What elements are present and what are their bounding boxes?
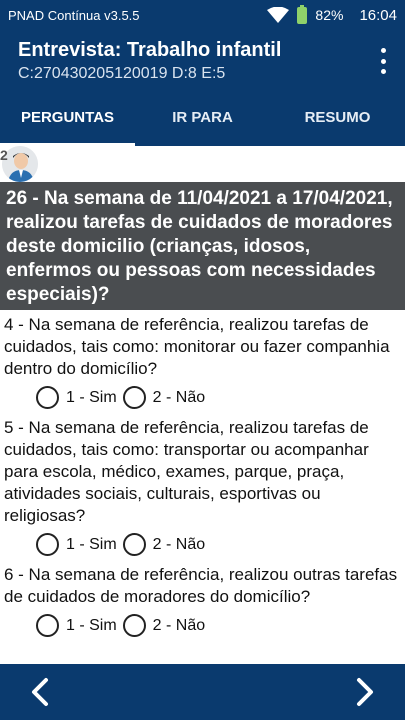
tab-bar: PERGUNTAS IR PARA RESUMO — [0, 88, 405, 146]
app-bar: Entrevista: Trabalho infantil C:27043020… — [0, 30, 405, 88]
question-item-text: 5 - Na semana de referência, realizou ta… — [4, 418, 369, 525]
radio-nao[interactable] — [122, 533, 146, 556]
tab-resumo[interactable]: RESUMO — [270, 88, 405, 146]
battery-level: 82% — [315, 7, 344, 23]
question-item-5: 5 - Na semana de referência, realizou ta… — [4, 417, 401, 556]
wifi-icon — [267, 7, 290, 23]
option-label[interactable]: 2 - Não — [153, 387, 205, 409]
radio-group: 1 - Sim 2 - Não — [4, 614, 401, 637]
page-title: Entrevista: Trabalho infantil — [18, 39, 282, 61]
chevron-left-icon — [32, 678, 48, 706]
option-label[interactable]: 2 - Não — [153, 615, 205, 637]
option-label[interactable]: 1 - Sim — [66, 387, 117, 409]
radio-sim[interactable] — [36, 614, 59, 637]
question-item-6: 6 - Na semana de referência, realizou ou… — [4, 564, 401, 637]
battery-icon — [297, 4, 308, 24]
clock: 16:04 — [359, 6, 397, 24]
question-items: 4 - Na semana de referência, realizou ta… — [0, 314, 405, 645]
option-label[interactable]: 1 - Sim — [66, 615, 117, 637]
radio-sim[interactable] — [36, 386, 59, 409]
app-version: PNAD Contínua v3.5.5 — [8, 7, 140, 23]
question-item-4: 4 - Na semana de referência, realizou ta… — [4, 314, 401, 409]
chevron-right-icon — [357, 678, 373, 706]
radio-group: 1 - Sim 2 - Não — [4, 386, 401, 409]
bottom-nav — [0, 664, 405, 720]
more-vert-icon[interactable] — [377, 48, 389, 74]
question-item-text: 6 - Na semana de referência, realizou ou… — [4, 565, 398, 606]
option-label[interactable]: 1 - Sim — [66, 534, 117, 556]
question-title: 26 - Na semana de 11/04/2021 a 17/04/202… — [0, 182, 405, 310]
radio-nao[interactable] — [122, 386, 146, 409]
question-item-text: 4 - Na semana de referência, realizou ta… — [4, 315, 390, 378]
next-button[interactable] — [335, 664, 395, 720]
respondent-row: 2 — [0, 146, 405, 182]
page-subtitle: C:270430205120019 D:8 E:5 — [18, 65, 226, 82]
tab-perguntas[interactable]: PERGUNTAS — [0, 88, 135, 146]
status-icons: 82% 16:04 — [267, 4, 397, 24]
previous-button[interactable] — [10, 664, 70, 720]
status-bar: PNAD Contínua v3.5.5 82% 16:04 — [0, 0, 405, 30]
tab-ir-para[interactable]: IR PARA — [135, 88, 270, 146]
respondent-number: 2 — [0, 147, 8, 163]
option-label[interactable]: 2 - Não — [153, 534, 205, 556]
radio-group: 1 - Sim 2 - Não — [4, 533, 401, 556]
radio-sim[interactable] — [36, 533, 59, 556]
radio-nao[interactable] — [122, 614, 146, 637]
